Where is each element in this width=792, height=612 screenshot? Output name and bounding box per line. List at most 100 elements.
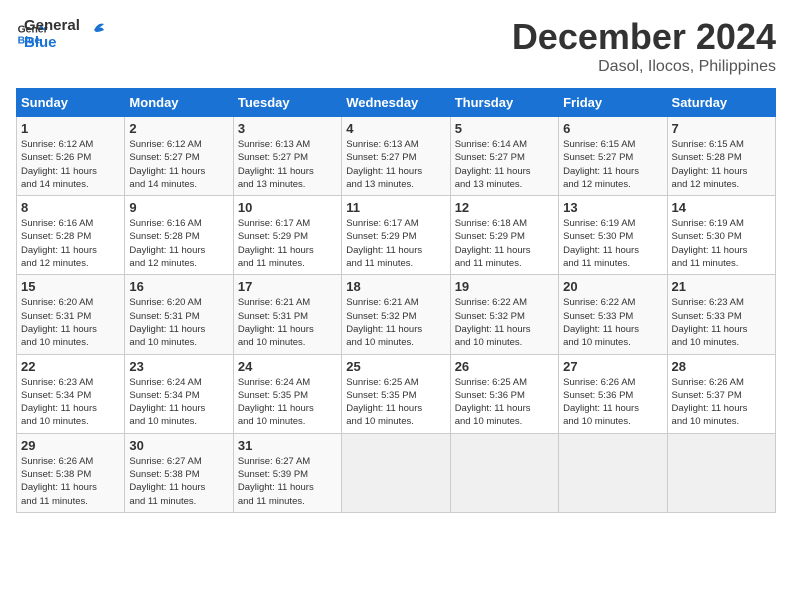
day-info: Sunrise: 6:20 AMSunset: 5:31 PMDaylight:… (129, 296, 228, 349)
table-row (667, 433, 775, 512)
header-friday: Friday (559, 89, 667, 117)
day-info: Sunrise: 6:27 AMSunset: 5:38 PMDaylight:… (129, 455, 228, 508)
table-row: 22Sunrise: 6:23 AMSunset: 5:34 PMDayligh… (17, 354, 125, 433)
day-info: Sunrise: 6:24 AMSunset: 5:35 PMDaylight:… (238, 376, 337, 429)
table-row: 31 Sunrise: 6:27 AMSunset: 5:39 PMDayligh… (233, 433, 341, 512)
day-number: 4 (346, 121, 445, 136)
table-row: 23Sunrise: 6:24 AMSunset: 5:34 PMDayligh… (125, 354, 233, 433)
calendar-table: Sunday Monday Tuesday Wednesday Thursday… (16, 88, 776, 513)
day-info: Sunrise: 6:18 AMSunset: 5:29 PMDaylight:… (455, 217, 554, 270)
header-tuesday: Tuesday (233, 89, 341, 117)
day-info: Sunrise: 6:23 AMSunset: 5:33 PMDaylight:… (672, 296, 771, 349)
logo-line2: Blue (24, 35, 80, 52)
day-info: Sunrise: 6:22 AMSunset: 5:32 PMDaylight:… (455, 296, 554, 349)
day-number: 2 (129, 121, 228, 136)
table-row: 26Sunrise: 6:25 AMSunset: 5:36 PMDayligh… (450, 354, 558, 433)
table-row: 28 Sunrise: 6:26 AMSunset: 5:37 PMDayligh… (667, 354, 775, 433)
day-info: Sunrise: 6:14 AMSunset: 5:27 PMDaylight:… (455, 138, 554, 191)
day-number: 3 (238, 121, 337, 136)
table-row (559, 433, 667, 512)
day-info: Sunrise: 6:26 AMSunset: 5:38 PMDaylight:… (21, 455, 120, 508)
table-row: 13Sunrise: 6:19 AMSunset: 5:30 PMDayligh… (559, 196, 667, 275)
location-title: Dasol, Ilocos, Philippines (512, 58, 776, 76)
day-number: 28 (672, 359, 771, 374)
table-row (342, 433, 450, 512)
table-row: 15 Sunrise: 6:20 AMSunset: 5:31 PMDayligh… (17, 275, 125, 354)
day-number: 8 (21, 200, 120, 215)
day-number: 25 (346, 359, 445, 374)
table-row: 2 Sunrise: 6:12 AMSunset: 5:27 PMDaylight… (125, 117, 233, 196)
day-info: Sunrise: 6:12 AMSunset: 5:26 PMDaylight:… (21, 138, 120, 191)
table-row: 16 Sunrise: 6:20 AMSunset: 5:31 PMDayligh… (125, 275, 233, 354)
calendar-row: 22Sunrise: 6:23 AMSunset: 5:34 PMDayligh… (17, 354, 776, 433)
day-info: Sunrise: 6:26 AMSunset: 5:36 PMDaylight:… (563, 376, 662, 429)
day-number: 11 (346, 200, 445, 215)
calendar-row: 15 Sunrise: 6:20 AMSunset: 5:31 PMDayligh… (17, 275, 776, 354)
day-info: Sunrise: 6:13 AMSunset: 5:27 PMDaylight:… (238, 138, 337, 191)
header-monday: Monday (125, 89, 233, 117)
calendar-row: 29 Sunrise: 6:26 AMSunset: 5:38 PMDayligh… (17, 433, 776, 512)
day-info: Sunrise: 6:15 AMSunset: 5:27 PMDaylight:… (563, 138, 662, 191)
table-row: 4 Sunrise: 6:13 AMSunset: 5:27 PMDaylight… (342, 117, 450, 196)
day-number: 17 (238, 279, 337, 294)
day-info: Sunrise: 6:27 AMSunset: 5:39 PMDaylight:… (238, 455, 337, 508)
day-info: Sunrise: 6:16 AMSunset: 5:28 PMDaylight:… (21, 217, 120, 270)
day-info: Sunrise: 6:25 AMSunset: 5:35 PMDaylight:… (346, 376, 445, 429)
day-info: Sunrise: 6:19 AMSunset: 5:30 PMDaylight:… (563, 217, 662, 270)
day-number: 15 (21, 279, 120, 294)
header-sunday: Sunday (17, 89, 125, 117)
day-number: 22 (21, 359, 120, 374)
day-info: Sunrise: 6:17 AMSunset: 5:29 PMDaylight:… (238, 217, 337, 270)
table-row: 14 Sunrise: 6:19 AMSunset: 5:30 PMDayligh… (667, 196, 775, 275)
table-row: 7Sunrise: 6:15 AMSunset: 5:28 PMDaylight… (667, 117, 775, 196)
table-row: 9 Sunrise: 6:16 AMSunset: 5:28 PMDaylight… (125, 196, 233, 275)
day-info: Sunrise: 6:26 AMSunset: 5:37 PMDaylight:… (672, 376, 771, 429)
header-wednesday: Wednesday (342, 89, 450, 117)
table-row: 17 Sunrise: 6:21 AMSunset: 5:31 PMDayligh… (233, 275, 341, 354)
title-block: December 2024 Dasol, Ilocos, Philippines (512, 16, 776, 76)
day-info: Sunrise: 6:20 AMSunset: 5:31 PMDaylight:… (21, 296, 120, 349)
day-info: Sunrise: 6:25 AMSunset: 5:36 PMDaylight:… (455, 376, 554, 429)
table-row: 11Sunrise: 6:17 AMSunset: 5:29 PMDayligh… (342, 196, 450, 275)
day-info: Sunrise: 6:16 AMSunset: 5:28 PMDaylight:… (129, 217, 228, 270)
logo-line1: General (24, 18, 80, 35)
day-number: 19 (455, 279, 554, 294)
day-number: 24 (238, 359, 337, 374)
day-info: Sunrise: 6:13 AMSunset: 5:27 PMDaylight:… (346, 138, 445, 191)
table-row: 24 Sunrise: 6:24 AMSunset: 5:35 PMDayligh… (233, 354, 341, 433)
day-number: 1 (21, 121, 120, 136)
month-title: December 2024 (512, 16, 776, 58)
table-row: 20 Sunrise: 6:22 AMSunset: 5:33 PMDayligh… (559, 275, 667, 354)
table-row: 30 Sunrise: 6:27 AMSunset: 5:38 PMDayligh… (125, 433, 233, 512)
calendar-header-row: Sunday Monday Tuesday Wednesday Thursday… (17, 89, 776, 117)
day-number: 18 (346, 279, 445, 294)
calendar-row: 1 Sunrise: 6:12 AMSunset: 5:26 PMDaylight… (17, 117, 776, 196)
day-number: 29 (21, 438, 120, 453)
table-row: 19 Sunrise: 6:22 AMSunset: 5:32 PMDayligh… (450, 275, 558, 354)
day-number: 31 (238, 438, 337, 453)
table-row: 6Sunrise: 6:15 AMSunset: 5:27 PMDaylight… (559, 117, 667, 196)
day-info: Sunrise: 6:21 AMSunset: 5:31 PMDaylight:… (238, 296, 337, 349)
table-row: 27Sunrise: 6:26 AMSunset: 5:36 PMDayligh… (559, 354, 667, 433)
day-number: 5 (455, 121, 554, 136)
day-number: 30 (129, 438, 228, 453)
header-thursday: Thursday (450, 89, 558, 117)
day-number: 16 (129, 279, 228, 294)
day-info: Sunrise: 6:12 AMSunset: 5:27 PMDaylight:… (129, 138, 228, 191)
table-row: 12Sunrise: 6:18 AMSunset: 5:29 PMDayligh… (450, 196, 558, 275)
day-number: 14 (672, 200, 771, 215)
day-info: Sunrise: 6:19 AMSunset: 5:30 PMDaylight:… (672, 217, 771, 270)
logo-bird-icon (86, 20, 106, 40)
table-row: 10Sunrise: 6:17 AMSunset: 5:29 PMDayligh… (233, 196, 341, 275)
table-row: 25 Sunrise: 6:25 AMSunset: 5:35 PMDayligh… (342, 354, 450, 433)
day-number: 20 (563, 279, 662, 294)
day-info: Sunrise: 6:22 AMSunset: 5:33 PMDaylight:… (563, 296, 662, 349)
table-row: 29 Sunrise: 6:26 AMSunset: 5:38 PMDayligh… (17, 433, 125, 512)
day-info: Sunrise: 6:24 AMSunset: 5:34 PMDaylight:… (129, 376, 228, 429)
table-row: 21Sunrise: 6:23 AMSunset: 5:33 PMDayligh… (667, 275, 775, 354)
page-header: General Blue General Blue December 2024 … (16, 16, 776, 76)
day-number: 9 (129, 200, 228, 215)
table-row: 18 Sunrise: 6:21 AMSunset: 5:32 PMDayligh… (342, 275, 450, 354)
logo: General Blue General Blue (16, 16, 106, 51)
day-info: Sunrise: 6:21 AMSunset: 5:32 PMDaylight:… (346, 296, 445, 349)
